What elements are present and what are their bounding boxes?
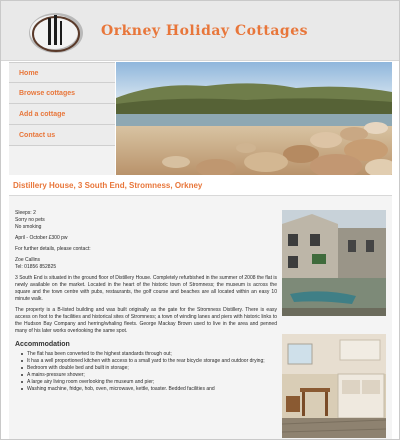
listing-content: Sleeps: 2 Sorry no pets No smoking April…	[9, 196, 392, 439]
fact-smoking: No smoking	[15, 224, 42, 230]
accommodation-heading: Accommodation	[15, 341, 70, 348]
kitchen-interior-photo	[282, 334, 386, 438]
nav-home-link[interactable]: Home	[9, 62, 115, 83]
nav-add-cottage-link[interactable]: Add a cottage	[9, 104, 115, 125]
nav-contact-link[interactable]: Contact us	[9, 125, 115, 146]
beach-banner-photo	[116, 62, 392, 175]
fact-sleeps: Sleeps: 2	[15, 210, 36, 216]
accommodation-item: A mains-pressure shower;	[21, 372, 277, 379]
listing-details: Sleeps: 2 Sorry no pets No smoking April…	[15, 210, 277, 393]
listing-title: Distillery House, 3 South End, Stromness…	[13, 181, 203, 190]
accommodation-list: The flat has been converted to the highe…	[15, 351, 277, 393]
fact-pets: Sorry no pets	[15, 217, 45, 223]
accommodation-item: Washing machine, fridge, hob, oven, micr…	[21, 386, 277, 393]
main-nav: Home Browse cottages Add a cottage Conta…	[9, 62, 115, 175]
availability-price: April - October £300 pw	[15, 235, 68, 241]
accommodation-item: Bedroom with double bed and built in sto…	[21, 365, 277, 372]
nav-browse-cottages-link[interactable]: Browse cottages	[9, 83, 115, 104]
contact-telephone[interactable]: Tel: 01856 852825	[15, 264, 277, 271]
contact-name: Zoe Callins	[15, 257, 41, 263]
page: Orkney Holiday Cottages Home Browse cott…	[0, 0, 400, 440]
contact-intro: For further details, please contact:	[15, 246, 91, 252]
cottage-logo-icon[interactable]	[27, 10, 85, 56]
site-header: Orkney Holiday Cottages	[1, 1, 399, 61]
accommodation-item: The flat has been converted to the highe…	[21, 351, 277, 358]
house-exterior-photo	[282, 210, 386, 316]
accommodation-item: It has a well proportioned kitchen with …	[21, 358, 277, 365]
accommodation-item: A large airy living room overlooking the…	[21, 379, 277, 386]
description-paragraph: 3 South End is situated in the ground fl…	[15, 275, 277, 302]
listing-heading-bar: Distillery House, 3 South End, Stromness…	[9, 176, 392, 196]
description-paragraph: The property is a B-listed building and …	[15, 307, 277, 334]
listing-facts: Sleeps: 2 Sorry no pets No smoking	[15, 210, 277, 231]
site-title: Orkney Holiday Cottages	[101, 23, 309, 39]
